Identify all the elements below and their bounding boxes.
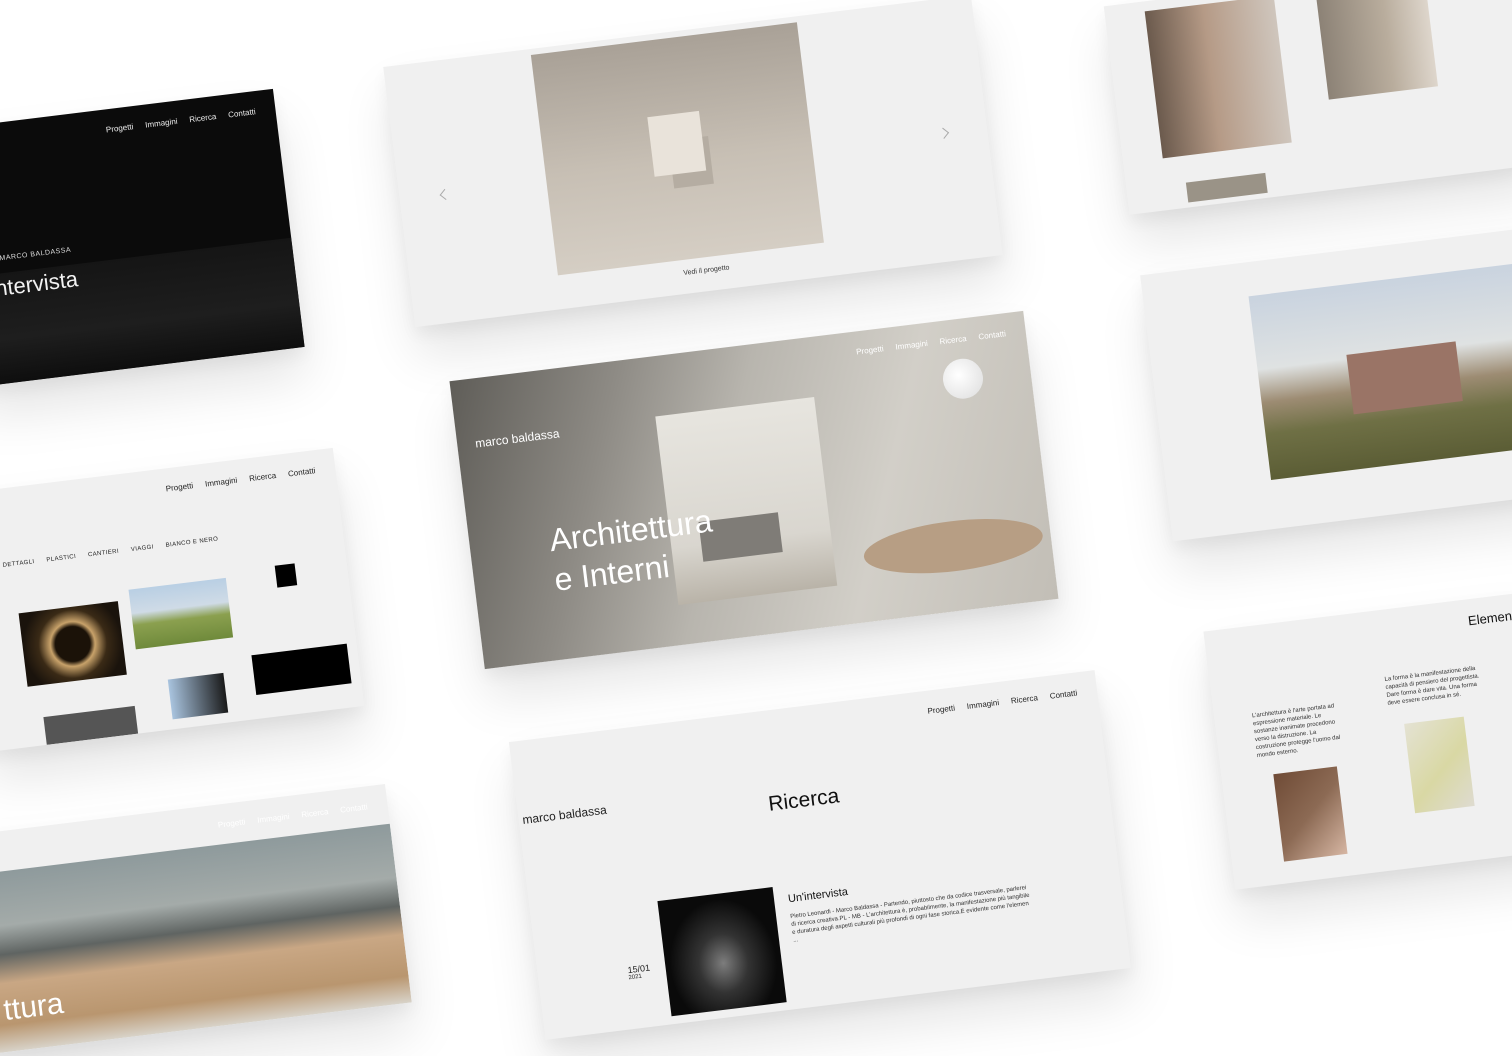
nav: Progetti Immagini Ricerca Contatti [856,329,1007,356]
nav-ricerca[interactable]: Ricerca [1010,693,1038,705]
nav-ricerca[interactable]: Ricerca [249,471,277,483]
nav-ricerca[interactable]: Ricerca [301,807,329,819]
nav-immagini[interactable]: Immagini [205,476,238,489]
filter-tab-bianco-e-nero[interactable]: BIANCO E NERO [165,536,218,548]
filter-tab-plastici[interactable]: PLASTICI [46,554,76,564]
nav-contatti[interactable]: Contatti [978,329,1006,341]
pendant-lamp [940,356,986,401]
page-title: Ricerca [767,784,841,816]
elements-drawing-photo[interactable] [1404,716,1475,814]
post-year: 2021 [628,973,643,982]
gallery-thumb-3[interactable] [251,643,352,695]
nav-ricerca[interactable]: Ricerca [939,334,967,346]
ricerca-card: Progetti Immagini Ricerca Contatti marco… [508,670,1132,1040]
gallery-thumb-1[interactable] [43,705,139,745]
nav-immagini[interactable]: Immagini [145,117,178,130]
intervista-card: Progetti Immagini Ricerca Contatti MARCO… [0,88,305,388]
elements-text-right: La forma è la manifestazione della capac… [1384,665,1480,707]
model-photo[interactable] [530,22,824,276]
nav: Progetti Immagini Ricerca Contatti [165,466,316,493]
filter-tab-cantieri[interactable]: CANTIERI [88,549,120,559]
nav-immagini[interactable]: Immagini [966,698,999,711]
elements-title: Elemen [1467,608,1512,629]
interior-photo-2[interactable] [1315,0,1438,100]
interiors-card [1103,0,1512,215]
house-model [647,110,707,177]
bottom-left-card: Progetti Immagini Ricerca Contatti ttura [0,784,412,1056]
elements-text-left: L'architettura è l'arte portata ad espre… [1251,703,1341,760]
dining-table [860,510,1046,582]
nav-progetti[interactable]: Progetti [165,481,193,493]
elements-card: Elemen L'architettura è l'arte portata a… [1203,590,1512,890]
nav-contatti[interactable]: Contatti [340,802,368,814]
landscape-photo[interactable] [1248,262,1512,480]
nav-progetti[interactable]: Progetti [217,817,245,829]
nav-contatti[interactable]: Contatti [228,107,256,119]
nav-contatti[interactable]: Contatti [287,466,315,478]
gallery-meadow[interactable] [128,577,234,650]
gallery-eclipse[interactable] [18,601,127,687]
chevron-left-icon[interactable] [439,188,451,201]
post-thumbnail[interactable] [657,887,787,1017]
nav-immagini[interactable]: Immagini [895,339,928,352]
post-title[interactable]: Un'intervista [787,886,848,905]
post-date: 15/01 2021 [627,963,651,982]
landscape-card [1140,226,1512,542]
intervista-photo [0,237,305,388]
brand-label: MARCO BALDASSA [0,246,72,263]
bottom-left-title: ttura [1,986,66,1028]
chevron-right-icon[interactable] [937,127,950,139]
nav-progetti[interactable]: Progetti [927,703,955,715]
hero-card: Progetti Immagini Ricerca Contatti marco… [449,310,1059,670]
brand-logo[interactable]: marco baldassa [474,426,560,450]
interior-photo-1[interactable] [1144,0,1292,159]
gallery-thumb-2[interactable] [167,672,229,720]
nav: Progetti Immagini Ricerca Contatti [217,802,368,829]
nav: Progetti Immagini Ricerca Contatti [927,688,1078,715]
elements-hand-photo[interactable] [1273,766,1348,862]
gallery-card: Progetti Immagini Ricerca Contatti I DET… [0,447,365,753]
model-card: Vedi il progetto [383,0,1003,328]
brand-logo[interactable]: marco baldassa [522,803,608,827]
nav-progetti[interactable]: Progetti [105,122,133,134]
filter-tab-dettagli[interactable]: DETTAGLI [2,559,35,569]
interior-photo-3[interactable] [1185,172,1268,203]
gallery-cross[interactable] [274,563,298,588]
filter-bar: I DETTAGLI PLASTICI CANTIERI VIAGGI BIAN… [0,536,218,570]
nav-contatti[interactable]: Contatti [1049,688,1077,700]
nav-immagini[interactable]: Immagini [257,812,290,825]
nav-ricerca[interactable]: Ricerca [189,112,217,124]
nav-progetti[interactable]: Progetti [856,344,884,356]
filter-tab-viaggi[interactable]: VIAGGI [131,544,155,553]
nav: Progetti Immagini Ricerca Contatti [105,107,256,134]
